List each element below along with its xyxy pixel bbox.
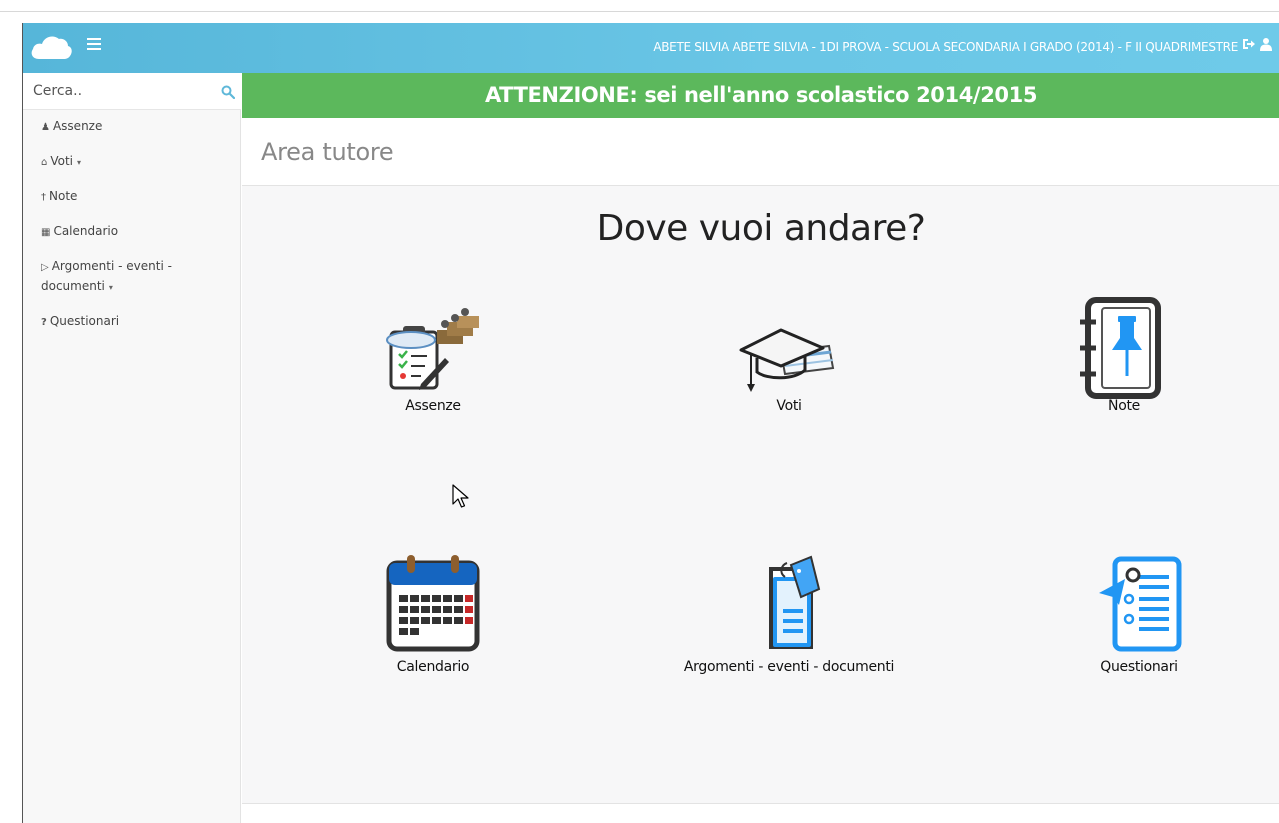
tile-argomenti[interactable]: Argomenti - eventi - documenti — [659, 553, 919, 675]
caret-down-icon: ▾ — [77, 158, 82, 167]
page-header: Area tutore — [242, 118, 1279, 186]
pushpin-icon: † — [41, 192, 46, 203]
sidebar-item-note[interactable]: † Note — [23, 176, 241, 211]
hamburger-icon[interactable] — [87, 38, 101, 52]
sidebar-search — [23, 73, 241, 110]
tile-label: Argomenti - eventi - documenti — [683, 659, 895, 675]
sidebar-item-label: Questionari — [49, 314, 120, 328]
tile-voti[interactable]: Voti — [659, 308, 919, 414]
caret-down-icon: ▾ — [108, 283, 113, 292]
sidebar-item-label: Assenze — [52, 119, 103, 133]
sidebar-nav: ♟ Assenze ⌂ Voti ▾ † Note ▦ Calendario ▷ Argom… — [23, 113, 241, 336]
search-input[interactable] — [23, 73, 213, 109]
notebook-pushpin-icon — [1080, 297, 1161, 399]
tile-label: Assenze — [405, 398, 461, 414]
calendar-icon: ▦ — [41, 227, 51, 238]
tile-questionari[interactable]: Questionari — [1009, 553, 1269, 675]
sidebar-item-label: Voti — [50, 154, 74, 168]
top-navbar: ABETE SILVIA ABETE SILVIA - 1DI PROVA - … — [23, 23, 1279, 73]
calendar-icon — [386, 555, 480, 652]
page-title: Area tutore — [261, 138, 394, 166]
sidebar-item-voti[interactable]: ⌂ Voti ▾ — [23, 141, 241, 176]
mouse-cursor-icon — [452, 484, 469, 508]
app-window: ABETE SILVIA ABETE SILVIA - 1DI PROVA - … — [22, 23, 1279, 823]
window-top-border — [0, 11, 1279, 12]
bank-icon: ⌂ — [41, 157, 48, 168]
user-icon: ♟ — [41, 122, 50, 133]
tile-calendario[interactable]: Calendario — [303, 553, 563, 675]
footer — [242, 804, 1279, 823]
tile-label: Calendario — [396, 659, 470, 675]
sidebar-item-assenze[interactable]: ♟ Assenze — [23, 113, 241, 141]
sidebar-item-argomenti[interactable]: ▷ Argomenti - eventi - documenti ▾ — [23, 246, 213, 301]
folder-open-icon: ▷ — [41, 262, 49, 273]
sidebar-item-questionari[interactable]: ? Questionari — [23, 301, 241, 336]
attendance-clipboard-icon — [386, 308, 479, 390]
tile-assenze[interactable]: Assenze — [303, 308, 563, 414]
user-icon[interactable] — [1260, 37, 1272, 51]
question-icon: ? — [41, 317, 47, 328]
sidebar-item-label: Note — [49, 189, 78, 203]
school-year-alert: ATTENZIONE: sei nell'anno scolastico 201… — [242, 73, 1279, 118]
sidebar-item-label: Argomenti - eventi - documenti — [41, 259, 172, 293]
tile-note[interactable]: Note — [994, 297, 1254, 414]
user-context-info: ABETE SILVIA ABETE SILVIA - 1DI PROVA - … — [653, 40, 1238, 54]
documents-event-icon — [769, 555, 821, 649]
main-content: ATTENZIONE: sei nell'anno scolastico 201… — [242, 73, 1279, 823]
sign-out-icon[interactable] — [1242, 37, 1256, 51]
sidebar-item-label: Calendario — [53, 224, 119, 238]
tile-label: Note — [1108, 398, 1140, 414]
search-icon[interactable] — [221, 85, 235, 99]
section-question: Dove vuoi andare? — [596, 208, 926, 249]
graduation-cap-icon — [739, 328, 835, 392]
sidebar: ♟Assenze ⌂Voti▾ †Note ▦Calendario ▷Argom… — [23, 73, 241, 823]
tile-label: Questionari — [1100, 659, 1178, 675]
cloud-icon[interactable] — [29, 31, 73, 63]
questionnaire-icon — [1099, 556, 1182, 652]
sidebar-item-calendario[interactable]: ▦ Calendario — [23, 211, 241, 246]
tile-label: Voti — [776, 398, 802, 414]
